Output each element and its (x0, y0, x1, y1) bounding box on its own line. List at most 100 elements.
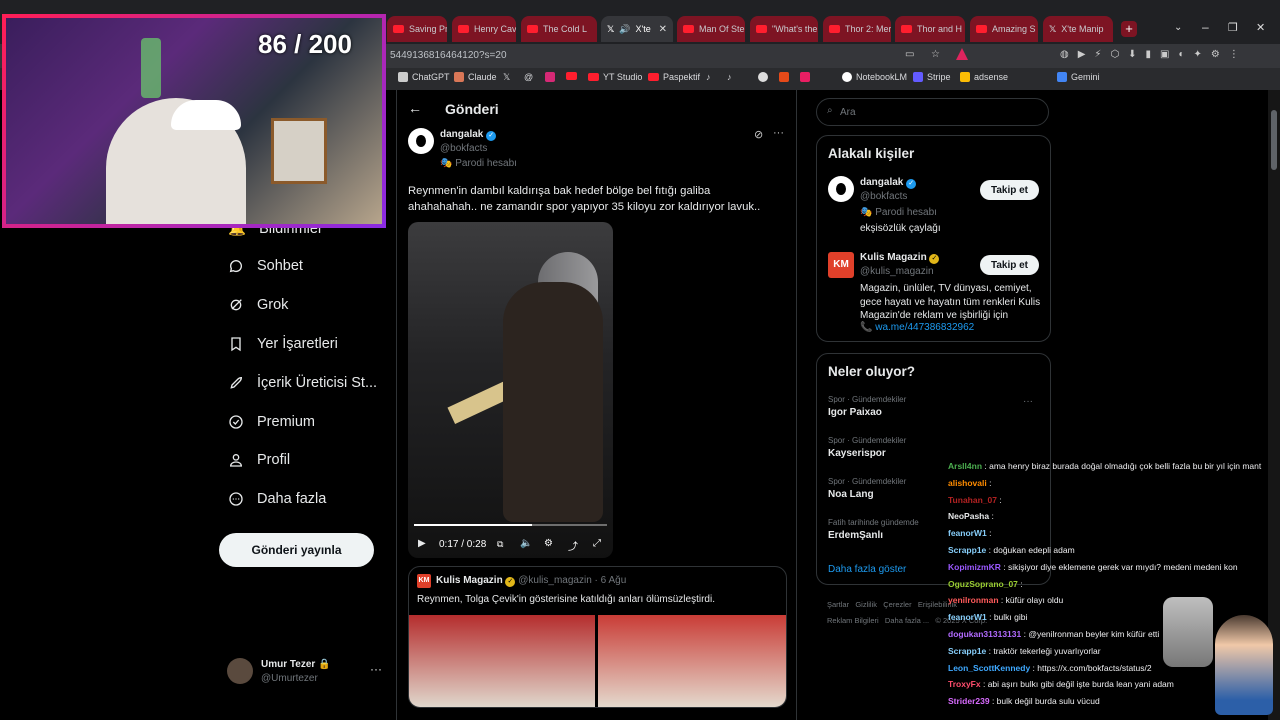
nav-grok[interactable]: Grok (228, 297, 288, 313)
bookmark-threads[interactable]: @ (524, 72, 533, 82)
more-circle-icon (229, 492, 243, 506)
webcam-cap (171, 100, 241, 130)
bookmark-stripe[interactable]: Stripe (913, 72, 951, 82)
video-player[interactable]: ▶ 0:17 / 0:28 ⧉ 🔈 ⚙ ⤴ ⤢ (408, 222, 613, 558)
bookmark-icon[interactable] (758, 72, 768, 82)
nav-profile[interactable]: Profil (228, 452, 290, 468)
back-arrow-icon[interactable]: ← (408, 100, 422, 116)
chat-text: : (1017, 578, 1023, 589)
related-link[interactable]: 📞 wa.me/447386832962 (860, 322, 974, 333)
new-tab-button[interactable]: + (1121, 21, 1137, 37)
chat-message: Scrapp1e : doğukan edepli adam (948, 545, 1075, 555)
nav-bookmarks[interactable]: Yer İşaretleri (228, 336, 338, 352)
quote-tweet[interactable]: KM Kulis Magazin ✓ @kulis_magazin · 6 Ağ… (408, 566, 787, 708)
quote-image[interactable] (598, 615, 786, 707)
close-window-icon[interactable]: ✕ (1256, 21, 1265, 34)
fullscreen-icon[interactable]: ⤢ (593, 538, 601, 549)
post-author-handle[interactable]: @bokfacts (440, 143, 487, 154)
search-input[interactable]: ⌕ Ara (816, 98, 1049, 126)
brave-shield-icon[interactable] (956, 48, 968, 60)
chat-text: : (986, 528, 992, 539)
browser-tab[interactable]: The Cold L (521, 16, 597, 42)
nav-more[interactable]: Daha fazla (228, 491, 326, 507)
trend-more-icon[interactable]: ··· (1023, 396, 1033, 407)
bookmark-chatgpt[interactable]: ChatGPT (398, 72, 450, 82)
kulis-magazin-logo-icon[interactable]: KM (828, 252, 854, 278)
trend-item[interactable]: Spor · Gündemdekiler Igor Paixao (828, 395, 906, 418)
play-icon[interactable]: ▶ (418, 538, 426, 549)
bookmark-notebooklm[interactable]: NotebookLM (842, 72, 907, 82)
x-logo-icon: 𝕏 (607, 23, 615, 34)
browser-tab[interactable]: Man Of Ste (677, 16, 745, 42)
popout-icon[interactable]: ⤴ (568, 538, 578, 553)
verified-gold-icon: ✓ (505, 577, 516, 587)
avatar[interactable] (408, 128, 434, 154)
browser-tab[interactable]: 𝕏 X'te Manip (1043, 16, 1113, 42)
post-more-icon[interactable]: ··· (773, 127, 784, 139)
browser-tab[interactable]: Thor 2: Mer (823, 16, 891, 42)
person-icon (229, 454, 243, 467)
browser-tab[interactable]: Henry Cavi (452, 16, 516, 42)
browser-tab[interactable]: Amazing S (970, 16, 1038, 42)
bookmark-claude[interactable]: Claude (454, 72, 497, 82)
youtube-icon (901, 25, 912, 33)
bookmark-paspektif[interactable]: Paspektif (648, 72, 700, 82)
quote-image[interactable] (409, 615, 595, 707)
chat-text: : @yenilronman beyler kim küfür etti (1021, 629, 1160, 639)
bookmark-youtube[interactable] (566, 72, 577, 80)
browser-tab[interactable]: Saving Priv (387, 16, 447, 42)
url-text[interactable]: 5449136816464120?s=20 (390, 50, 507, 61)
trend-item[interactable]: Spor · Gündemdekiler Kayserispor (828, 436, 906, 459)
bookmark-yt-studio[interactable]: YT Studio (588, 72, 642, 82)
bookmark-icon[interactable] (800, 72, 810, 82)
bookmark-tiktok[interactable]: ♪ (706, 72, 711, 82)
volume-icon[interactable]: 🔈 (520, 538, 532, 549)
chat-text: : bulk değil burda sulu vücud (989, 696, 1100, 707)
tab-search-icon[interactable]: ⌄ (1174, 22, 1182, 33)
extension-icons[interactable]: ◍▶⚡⬡⬇▮▣◐✦⚙⋮ (1060, 49, 1248, 60)
account-name[interactable]: Umur Tezer 🔒 (261, 659, 331, 670)
related-name[interactable]: Kulis Magazin ✓ (860, 252, 940, 264)
chat-username: Leon_ScottKennedy (948, 662, 1031, 673)
related-name[interactable]: dangalak ✓ (860, 177, 917, 189)
bookmark-icon[interactable] (779, 72, 789, 82)
trend-item[interactable]: Spor · Gündemdekiler Noa Lang (828, 477, 906, 500)
chat-message: yenilronman : küfür olayı oldu (948, 595, 1063, 605)
bookmark-star-icon[interactable]: ☆ (931, 49, 940, 60)
browser-tab[interactable]: "What's the (750, 16, 818, 42)
scrollbar-thumb[interactable] (1271, 110, 1277, 170)
chatgpt-icon (398, 72, 408, 82)
chat-message: OguzSoprano_07 : (948, 579, 1023, 589)
install-icon[interactable]: ▭ (905, 49, 914, 60)
nav-chat[interactable]: Sohbet (228, 258, 303, 274)
bookmark-gemini[interactable]: Gemini (1057, 72, 1100, 82)
footer-links[interactable]: Şartlar Gizlilik Çerezler Erişilebilirli… (827, 600, 957, 609)
account-menu-icon[interactable]: ··· (370, 662, 382, 676)
chat-text: : küfür olayı oldu (998, 595, 1064, 606)
bookmark-x[interactable]: 𝕏 (503, 72, 510, 83)
restore-icon[interactable]: ❐ (1228, 21, 1238, 34)
avatar[interactable] (227, 658, 253, 684)
grok-icon[interactable]: ⊘ (754, 128, 763, 141)
nav-creator-studio[interactable]: İçerik Üreticisi St... (228, 375, 377, 391)
close-tab-icon[interactable]: ✕ (659, 24, 667, 35)
bookmark-tiktok-2[interactable]: ♪ (727, 72, 732, 82)
browser-tab-active[interactable]: 𝕏 🔊 X'te ✕ (601, 16, 673, 42)
post-author-name[interactable]: dangalak ✓ (440, 129, 497, 141)
avatar[interactable] (828, 176, 854, 202)
trend-item[interactable]: Fatih tarihinde gündemde ErdemŞanlı (828, 518, 919, 541)
phone-icon: 📞 (860, 322, 873, 333)
follow-button[interactable]: Takip et (980, 255, 1039, 275)
nav-premium[interactable]: Premium (228, 414, 315, 430)
video-progress-track[interactable] (414, 524, 607, 526)
minimize-icon[interactable]: – (1202, 20, 1209, 34)
captions-icon[interactable]: ⧉ (497, 539, 503, 550)
bookmark-adsense[interactable]: adsense (960, 72, 1008, 82)
bookmark-instagram[interactable] (545, 72, 555, 82)
post-button[interactable]: Gönderi yayınla (219, 533, 374, 567)
browser-tab[interactable]: Thor and H (895, 16, 965, 42)
show-more-link[interactable]: Daha fazla göster (828, 564, 906, 575)
settings-icon[interactable]: ⚙ (544, 538, 553, 549)
scrollbar[interactable] (1268, 90, 1280, 720)
follow-button[interactable]: Takip et (980, 180, 1039, 200)
